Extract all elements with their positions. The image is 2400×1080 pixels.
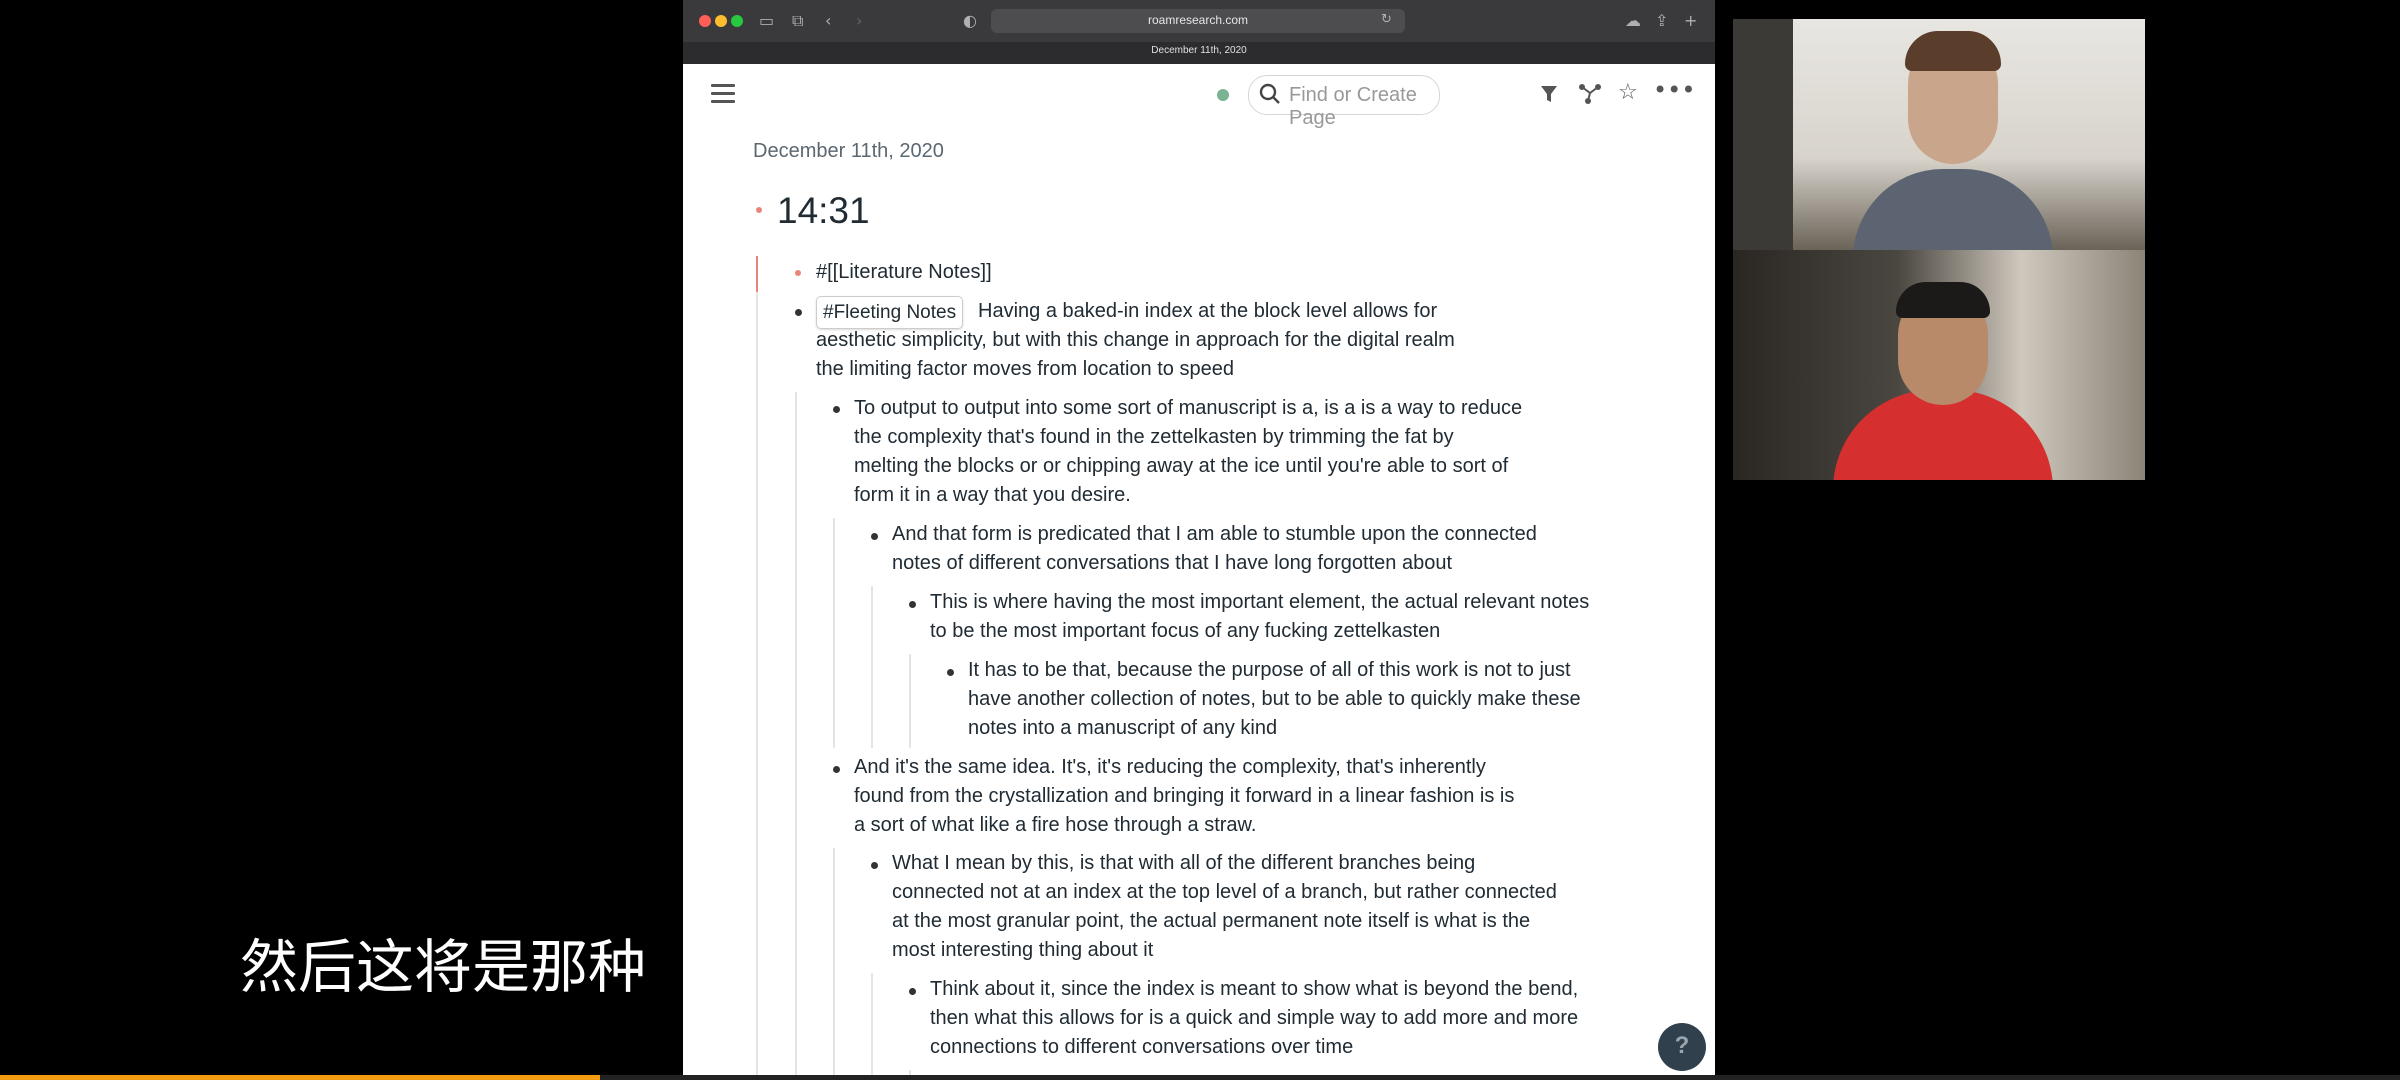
share-icon[interactable]: ⇪ [1655,11,1668,30]
help-button[interactable]: ? [1658,1023,1706,1071]
block-bullet[interactable] [909,988,916,995]
block-text[interactable]: melting the blocks or or chipping away a… [854,452,1508,481]
block-text[interactable]: found from the crystallization and bring… [854,782,1514,811]
reload-icon[interactable]: ↻ [1381,12,1392,27]
block-guide-line [795,392,797,1080]
block-bullet[interactable] [756,207,762,213]
block-text[interactable]: notes into a manuscript of any kind [968,714,1277,743]
block-bullet[interactable] [795,270,801,276]
star-icon[interactable]: ☆ [1618,80,1638,105]
block-guide-line [756,292,758,1080]
block-bullet[interactable] [871,862,878,869]
block-text[interactable]: Think about it, since the index is meant… [930,975,1578,1004]
more-icon[interactable]: ••• [1653,76,1695,104]
video-progress-bar[interactable] [0,1075,2400,1080]
block-bullet[interactable] [833,766,840,773]
menu-icon[interactable] [711,84,735,104]
block-text[interactable]: have another collection of notes, but to… [968,685,1581,714]
block-text[interactable]: form it in a way that you desire. [854,481,1131,510]
tab-title[interactable]: December 11th, 2020 [683,45,1715,56]
block-text[interactable]: It has to be that, because the purpose o… [968,656,1571,685]
search-placeholder: Find or Create Page [1289,84,1417,129]
new-tab-icon[interactable]: + [1684,11,1697,30]
sidebar-icon[interactable]: ▭ [759,11,774,30]
block-heading[interactable]: 14:31 [777,190,870,232]
url-text: roamresearch.com [1147,13,1249,27]
cloud-icon[interactable]: ☁ [1625,11,1641,30]
block-text[interactable]: To output to output into some sort of ma… [854,394,1522,423]
block-bullet[interactable] [909,601,916,608]
block-text[interactable]: notes of different conversations that I … [892,549,1452,578]
forward-icon[interactable]: › [856,11,862,30]
close-window-button[interactable] [699,15,711,27]
browser-toolbar: ▭ ⧉ ‹ › ◐ roamresearch.com ↻ ☁ ⇪ + [683,0,1715,42]
block-text[interactable]: aesthetic simplicity, but with this chan… [816,326,1455,355]
browser-window: ▭ ⧉ ‹ › ◐ roamresearch.com ↻ ☁ ⇪ + Decem… [683,0,1715,1080]
video-subtitle: 然后这将是那种 [240,933,647,1001]
address-bar[interactable]: roamresearch.com ↻ [991,9,1405,33]
person-hair [1905,31,2001,71]
tabs-icon[interactable]: ⧉ [792,11,803,31]
video-tile-participant-1 [1733,19,2145,250]
graph-icon[interactable] [1578,83,1602,105]
block-text[interactable]: Having a baked-in index at the block lev… [978,297,1437,326]
zoom-window-button[interactable] [731,15,743,27]
block-text[interactable]: connections to different conversations o… [930,1033,1353,1062]
block-guide-line [833,518,835,748]
block-bullet[interactable] [947,669,954,676]
block-text[interactable]: the complexity that's found in the zette… [854,423,1454,452]
person-shirt [1853,169,2053,250]
block-guide-line [909,654,911,748]
block-text[interactable]: #[[Literature Notes]] [816,258,992,287]
block-bullet[interactable] [833,406,840,413]
block-text[interactable]: a sort of what like a fire hose through … [854,811,1256,840]
block-guide-line [833,848,835,1080]
block-text[interactable]: the limiting factor moves from location … [816,355,1234,384]
minimize-window-button[interactable] [715,15,727,27]
block-guide-line [756,256,758,292]
block-text[interactable]: What I mean by this, is that with all of… [892,849,1475,878]
block-text[interactable]: at the most granular point, the actual p… [892,907,1530,936]
block-guide-line [871,973,873,1080]
block-text[interactable]: to be the most important focus of any fu… [930,617,1440,646]
fleeting-notes-tag[interactable]: #Fleeting Notes [816,296,964,329]
block-guide-line [871,586,873,748]
search-input[interactable]: Find or Create Page [1248,75,1440,129]
block-text[interactable]: And that form is predicated that I am ab… [892,520,1537,549]
block-bullet[interactable] [871,533,878,540]
search-icon [1259,83,1280,104]
sync-status-dot [1217,89,1229,101]
block-text[interactable]: most interesting thing about it [892,936,1153,965]
block-text[interactable]: And it's the same idea. It's, it's reduc… [854,753,1486,782]
video-frame-edge [1733,19,1793,250]
back-icon[interactable]: ‹ [825,11,831,30]
video-tile-participant-2 [1733,250,2145,480]
block-text[interactable]: then what this allows for is a quick and… [930,1004,1578,1033]
block-text[interactable]: This is where having the most important … [930,588,1589,617]
filter-icon[interactable] [1540,84,1558,104]
help-icon: ? [1674,1032,1690,1059]
tab-bar: December 11th, 2020 [683,42,1715,64]
block-text[interactable]: connected not at an index at the top lev… [892,878,1557,907]
person-hair [1896,282,1990,318]
block-bullet[interactable] [795,309,802,316]
video-progress-fill [0,1075,600,1080]
privacy-icon[interactable]: ◐ [963,11,977,30]
page-title[interactable]: December 11th, 2020 [753,140,944,163]
